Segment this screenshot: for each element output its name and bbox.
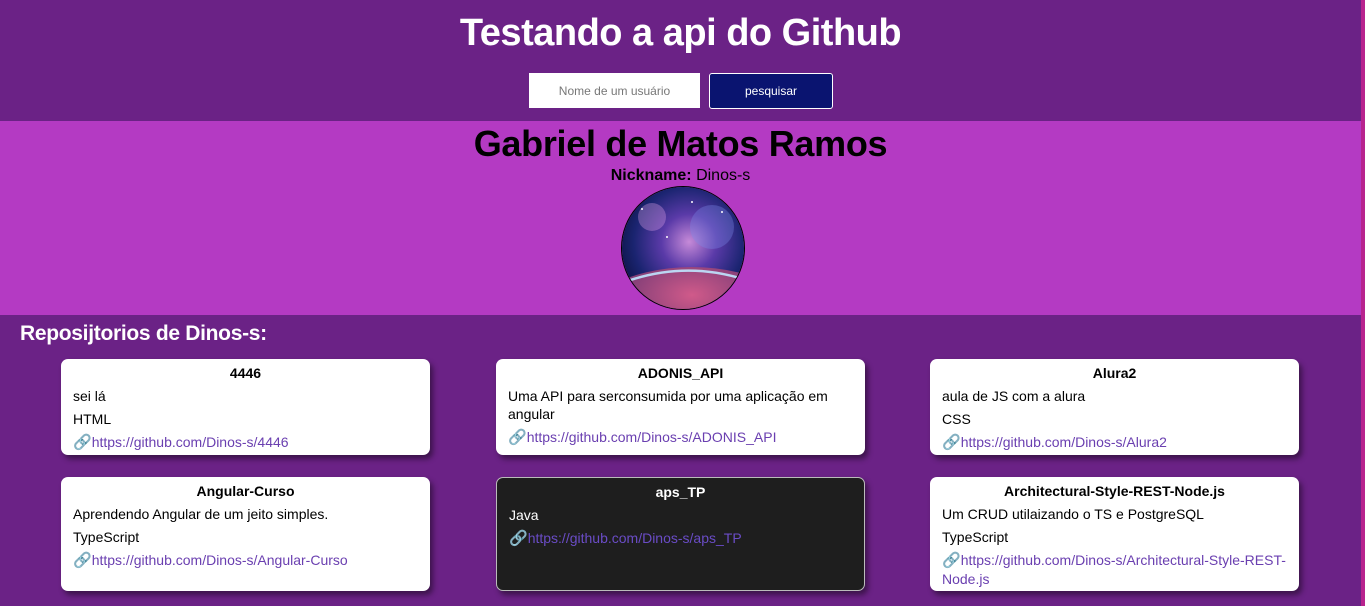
repo-link[interactable]: https://github.com/Dinos-s/aps_TP — [528, 530, 742, 546]
nickname-label: Nickname: — [610, 167, 692, 184]
scrollbar-edge[interactable] — [1361, 0, 1365, 606]
repo-language: CSS — [942, 411, 971, 427]
repo-name: Architectural-Style-REST-Node.js — [1004, 483, 1225, 499]
repo-description: Uma API para serconsumida por uma aplica… — [508, 388, 828, 422]
repo-link-row: 🔗https://github.com/Dinos-s/Angular-Curs… — [73, 551, 418, 570]
repo-link[interactable]: https://github.com/Dinos-s/4446 — [92, 434, 289, 450]
repo-name: 4446 — [229, 365, 262, 381]
repo-description: sei lá — [73, 388, 106, 404]
link-icon: 🔗 — [73, 552, 92, 569]
search-button[interactable]: pesquisar — [709, 73, 833, 109]
repo-link-row: 🔗https://github.com/Dinos-s/aps_TP — [509, 529, 852, 548]
repos-title: Reposijtorios de Dinos-s: — [20, 322, 267, 345]
avatar — [621, 186, 745, 310]
repo-link-row: 🔗https://github.com/Dinos-s/Alura2 — [942, 433, 1287, 452]
repo-card: Architectural-Style-REST-Node.js Um CRUD… — [930, 477, 1299, 591]
repo-link-row: 🔗https://github.com/Dinos-s/4446 — [73, 433, 418, 452]
repo-card: Angular-Curso Aprendendo Angular de um j… — [61, 477, 430, 591]
search-input[interactable] — [529, 73, 700, 108]
repo-link[interactable]: https://github.com/Dinos-s/Angular-Curso — [92, 552, 348, 568]
page-title: Testando a api do Github — [459, 12, 902, 54]
repo-link[interactable]: https://github.com/Dinos-s/Architectural… — [942, 552, 1286, 587]
nickname-line: Nickname: Dinos-s — [0, 167, 1361, 185]
link-icon: 🔗 — [509, 530, 528, 547]
repo-language: HTML — [73, 411, 112, 427]
repo-name: aps_TP — [655, 484, 706, 500]
repo-description: aula de JS com a alura — [942, 388, 1086, 404]
repo-link[interactable]: https://github.com/Dinos-s/ADONIS_API — [527, 429, 777, 445]
repo-description: Um CRUD utilaizando o TS e PostgreSQL — [942, 506, 1204, 522]
repo-name: Angular-Curso — [196, 483, 295, 499]
link-icon: 🔗 — [942, 552, 961, 569]
profile-name: Gabriel de Matos Ramos — [473, 123, 888, 164]
repo-link-row: 🔗https://github.com/Dinos-s/Architectura… — [942, 551, 1287, 588]
repo-language: Java — [509, 507, 539, 523]
repo-card: 4446 sei lá HTML 🔗https://github.com/Din… — [61, 359, 430, 455]
repo-description: Aprendendo Angular de um jeito simples. — [73, 506, 329, 522]
repo-language: TypeScript — [73, 529, 140, 545]
repo-name: Alura2 — [1092, 365, 1137, 381]
repo-card: ADONIS_API Uma API para serconsumida por… — [496, 359, 865, 455]
profile-section: Gabriel de Matos Ramos Nickname: Dinos-s — [0, 121, 1361, 315]
repo-language: TypeScript — [942, 529, 1009, 545]
repo-name: ADONIS_API — [637, 365, 724, 381]
link-icon: 🔗 — [73, 434, 92, 451]
link-icon: 🔗 — [508, 429, 527, 446]
repo-link[interactable]: https://github.com/Dinos-s/Alura2 — [961, 434, 1167, 450]
nickname-value: Dinos-s — [696, 167, 751, 184]
repo-card: Alura2 aula de JS com a alura CSS 🔗https… — [930, 359, 1299, 455]
repo-link-row: 🔗https://github.com/Dinos-s/ADONIS_API — [508, 428, 853, 447]
link-icon: 🔗 — [942, 434, 961, 451]
avatar-image — [622, 187, 744, 309]
repo-card: aps_TP Java 🔗https://github.com/Dinos-s/… — [496, 477, 865, 591]
header: Testando a api do Github pesquisar — [0, 0, 1365, 121]
